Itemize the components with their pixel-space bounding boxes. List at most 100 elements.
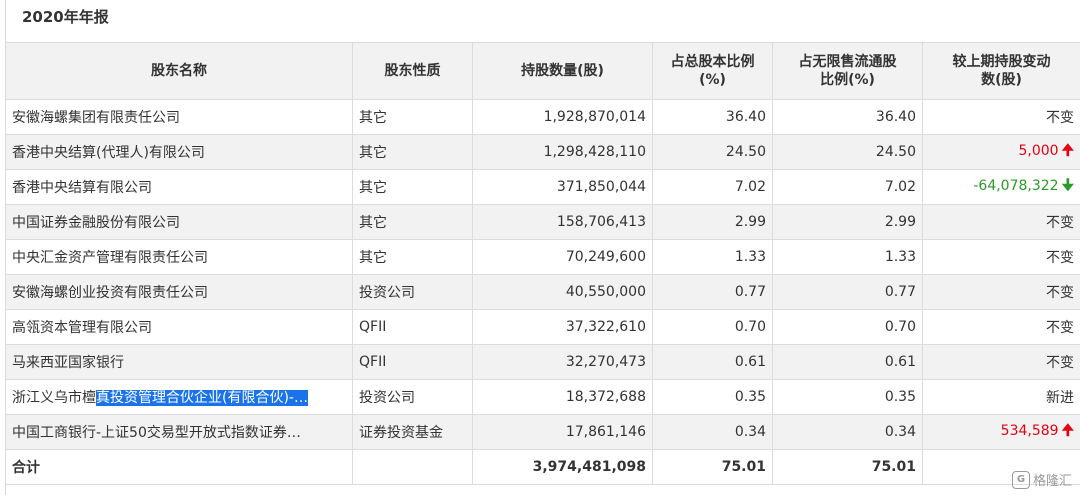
col-header-change-line1: 较上期持股变动 [952, 54, 1051, 70]
col-header-pct-total-line1: 占总股本比例 [670, 54, 755, 70]
cell-pct-total: 0.34 [652, 414, 773, 450]
cell-pct-total: 1.33 [652, 239, 773, 275]
change-value: 5,000 [1018, 142, 1059, 159]
cell-change: 不变 [922, 239, 1080, 275]
cell-pct-float: 24.50 [772, 134, 923, 170]
cell-name: 安徽海螺集团有限责任公司 [5, 99, 353, 135]
cell-shares: 371,850,044 [472, 169, 653, 205]
cell-type: 其它 [352, 239, 473, 275]
cell-change: 不变 [922, 309, 1080, 345]
col-header-pct-float: 占无限售流通股 比例(%) [772, 42, 923, 100]
cell-type: QFII [352, 344, 473, 380]
cell-pct-float: 1.33 [772, 239, 923, 275]
cell-name: 马来西亚国家银行 [5, 344, 353, 380]
table-row: 中国工商银行-上证50交易型开放式指数证券… 证券投资基金 17,861,146… [5, 414, 1080, 450]
change-value: -64,078,322 [973, 177, 1059, 194]
cell-type: 投资公司 [352, 379, 473, 415]
cell-change: 不变 [922, 99, 1080, 135]
cell-name: 香港中央结算(代理人)有限公司 [5, 134, 353, 170]
cell-change: -64,078,322 🠋 [922, 169, 1080, 205]
cell-shares: 32,270,473 [472, 344, 653, 380]
cell-shares: 17,861,146 [472, 414, 653, 450]
watermark: G 格隆汇 [1011, 470, 1072, 489]
cell-pct-float: 36.40 [772, 99, 923, 135]
cell-shares: 1,928,870,014 [472, 99, 653, 135]
cell-pct-total: 0.35 [652, 379, 773, 415]
selected-text[interactable]: 真投资管理合伙企业(有限合伙)-… [96, 390, 308, 406]
cell-shares: 40,550,000 [472, 274, 653, 310]
cell-pct-total: 7.02 [652, 169, 773, 205]
col-header-change: 较上期持股变动 数(股) [922, 42, 1080, 100]
col-header-pct-total-line2: (%) [699, 72, 726, 88]
cell-change: 不变 [922, 204, 1080, 240]
table-row: 高瓴资本管理有限公司 QFII 37,322,610 0.70 0.70 不变 [5, 309, 1080, 345]
cell-name: 高瓴资本管理有限公司 [5, 309, 353, 345]
cell-type: 其它 [352, 204, 473, 240]
cell-change: 不变 [922, 274, 1080, 310]
col-header-pct-float-line2: 比例(%) [820, 72, 875, 88]
cell-name: 中国工商银行-上证50交易型开放式指数证券… [5, 414, 353, 450]
cell-change: 534,589 🠉 [922, 414, 1080, 450]
cell-shares: 1,298,428,110 [472, 134, 653, 170]
cell-type: 其它 [352, 169, 473, 205]
arrow-up-icon: 🠉 [1061, 140, 1074, 159]
cell-shares: 158,706,413 [472, 204, 653, 240]
cell-shares: 18,372,688 [472, 379, 653, 415]
col-header-change-line2: 数(股) [981, 72, 1022, 88]
cell-change: 不变 [922, 344, 1080, 380]
cell-pct-float: 0.70 [772, 309, 923, 345]
table-row: 中央汇金资产管理有限责任公司 其它 70,249,600 1.33 1.33 不… [5, 239, 1080, 275]
total-pct-total: 75.01 [652, 449, 773, 485]
cell-pct-float: 7.02 [772, 169, 923, 205]
table-header-row: 股东名称 股东性质 持股数量(股) 占总股本比例 (%) 占无限售流通股 比例(%)… [5, 42, 1080, 100]
cell-pct-total: 0.77 [652, 274, 773, 310]
cell-pct-float: 0.61 [772, 344, 923, 380]
col-header-name: 股东名称 [5, 42, 353, 100]
cell-shares: 37,322,610 [472, 309, 653, 345]
table-row: 安徽海螺创业投资有限责任公司 投资公司 40,550,000 0.77 0.77… [5, 274, 1080, 310]
total-pct-float: 75.01 [772, 449, 923, 485]
cell-change: 5,000 🠉 [922, 134, 1080, 170]
cell-type: 投资公司 [352, 274, 473, 310]
gelonghui-logo-icon: G [1011, 470, 1030, 489]
col-header-pct-float-line1: 占无限售流通股 [798, 54, 897, 70]
total-type-empty [352, 449, 473, 485]
arrow-down-icon: 🠋 [1061, 175, 1074, 194]
cell-type: 证券投资基金 [352, 414, 473, 450]
cell-type: QFII [352, 309, 473, 345]
col-header-pct-total: 占总股本比例 (%) [652, 42, 773, 100]
cell-name: 中央汇金资产管理有限责任公司 [5, 239, 353, 275]
cell-pct-float: 0.34 [772, 414, 923, 450]
col-header-type: 股东性质 [352, 42, 473, 100]
cell-name: 中国证券金融股份有限公司 [5, 204, 353, 240]
cell-pct-total: 36.40 [652, 99, 773, 135]
table-row: 马来西亚国家银行 QFII 32,270,473 0.61 0.61 不变 [5, 344, 1080, 380]
total-row: 合计 3,974,481,098 75.01 75.01 [5, 449, 1080, 485]
table-row: 香港中央结算有限公司 其它 371,850,044 7.02 7.02 -64,… [5, 169, 1080, 205]
cell-name: 香港中央结算有限公司 [5, 169, 353, 205]
cell-pct-float: 0.35 [772, 379, 923, 415]
cell-pct-total: 2.99 [652, 204, 773, 240]
cell-type: 其它 [352, 134, 473, 170]
cell-pct-total: 0.61 [652, 344, 773, 380]
total-shares: 3,974,481,098 [472, 449, 653, 485]
arrow-up-icon: 🠉 [1061, 420, 1074, 439]
cell-type: 其它 [352, 99, 473, 135]
cell-change: 新进 [922, 379, 1080, 415]
cell-shares: 70,249,600 [472, 239, 653, 275]
table-row: 香港中央结算(代理人)有限公司 其它 1,298,428,110 24.50 2… [5, 134, 1080, 170]
cell-name[interactable]: 浙江义乌市檀真投资管理合伙企业(有限合伙)-… [5, 379, 353, 415]
cell-name: 安徽海螺创业投资有限责任公司 [5, 274, 353, 310]
shareholder-table: 股东名称 股东性质 持股数量(股) 占总股本比例 (%) 占无限售流通股 比例(%)… [5, 42, 1080, 485]
cell-pct-total: 24.50 [652, 134, 773, 170]
watermark-text: 格隆汇 [1032, 474, 1072, 489]
table-row: 浙江义乌市檀真投资管理合伙企业(有限合伙)-… 投资公司 18,372,688 … [5, 379, 1080, 415]
cell-pct-float: 2.99 [772, 204, 923, 240]
table-row: 安徽海螺集团有限责任公司 其它 1,928,870,014 36.40 36.4… [5, 99, 1080, 135]
cell-pct-float: 0.77 [772, 274, 923, 310]
page-title: 2020年年报 [22, 8, 109, 26]
change-value: 534,589 [1000, 422, 1059, 439]
table-row: 中国证券金融股份有限公司 其它 158,706,413 2.99 2.99 不变 [5, 204, 1080, 240]
cell-pct-total: 0.70 [652, 309, 773, 345]
total-label: 合计 [5, 449, 353, 485]
